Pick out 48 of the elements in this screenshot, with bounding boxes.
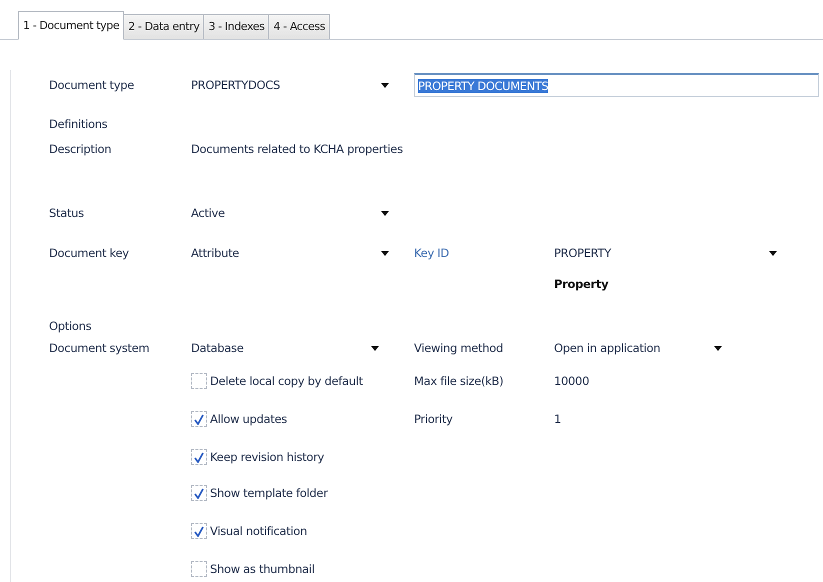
document-key-dropdown[interactable]: Attribute	[191, 242, 391, 264]
field-label: Priority	[414, 412, 453, 426]
tab[interactable]: 2 - Data entry	[123, 14, 204, 39]
tab[interactable]: 4 - Access	[268, 14, 330, 39]
section-heading: Definitions	[49, 117, 108, 131]
dropdown-arrow-icon	[381, 250, 389, 256]
key-id-dropdown[interactable]: PROPERTY	[554, 242, 779, 264]
checkbox-box[interactable]	[191, 373, 207, 389]
status-dropdown[interactable]: Active	[191, 202, 391, 224]
checkbox[interactable]: Allow updates	[191, 411, 287, 427]
field-label: Key ID	[414, 246, 449, 260]
viewing-method-dropdown[interactable]: Open in application	[554, 337, 724, 359]
key-name-text: Property	[554, 277, 608, 291]
field-label: Document key	[49, 246, 129, 260]
document-type-dropdown[interactable]: PROPERTYDOCS	[191, 74, 391, 96]
field-value: 10000	[554, 374, 590, 388]
dropdown-arrow-icon	[371, 346, 379, 350]
checkmark-icon	[194, 414, 204, 424]
checkbox-box[interactable]	[191, 523, 207, 539]
section-heading: Options	[49, 319, 92, 333]
checkbox-box[interactable]	[191, 561, 207, 577]
description-text: Documents related to KCHA properties	[191, 142, 403, 156]
checkbox[interactable]: Keep revision history	[191, 449, 324, 465]
checkmark-icon	[194, 452, 204, 462]
document-system-dropdown[interactable]: Database	[191, 337, 381, 359]
dropdown-arrow-icon	[769, 250, 777, 256]
checkbox[interactable]: Show as thumbnail	[191, 561, 315, 577]
name-field[interactable]: PROPERTY DOCUMENTS	[414, 73, 819, 97]
field-value: 1	[554, 412, 562, 426]
field-label: Document type	[49, 78, 134, 92]
tab[interactable]: 3 - Indexes	[203, 14, 270, 39]
checkbox-box[interactable]	[191, 411, 207, 427]
field-label: Description	[49, 142, 112, 156]
checkbox[interactable]: Delete local copy by default	[191, 373, 363, 389]
tab[interactable]: 1 - Document type	[18, 11, 124, 40]
checkmark-icon	[194, 488, 204, 498]
field-label: Document system	[49, 341, 150, 355]
checkmark-icon	[194, 526, 204, 536]
dropdown-arrow-icon	[714, 346, 722, 350]
dropdown-arrow-icon	[381, 210, 389, 216]
dropdown-arrow-icon	[381, 82, 389, 88]
field-label: Status	[49, 206, 84, 220]
checkbox[interactable]: Show template folder	[191, 485, 328, 501]
checkbox-box[interactable]	[191, 449, 207, 465]
field-label: Max file size(kB)	[414, 374, 504, 388]
checkbox-box[interactable]	[191, 485, 207, 501]
checkbox[interactable]: Visual notification	[191, 523, 307, 539]
field-label: Viewing method	[414, 341, 503, 355]
